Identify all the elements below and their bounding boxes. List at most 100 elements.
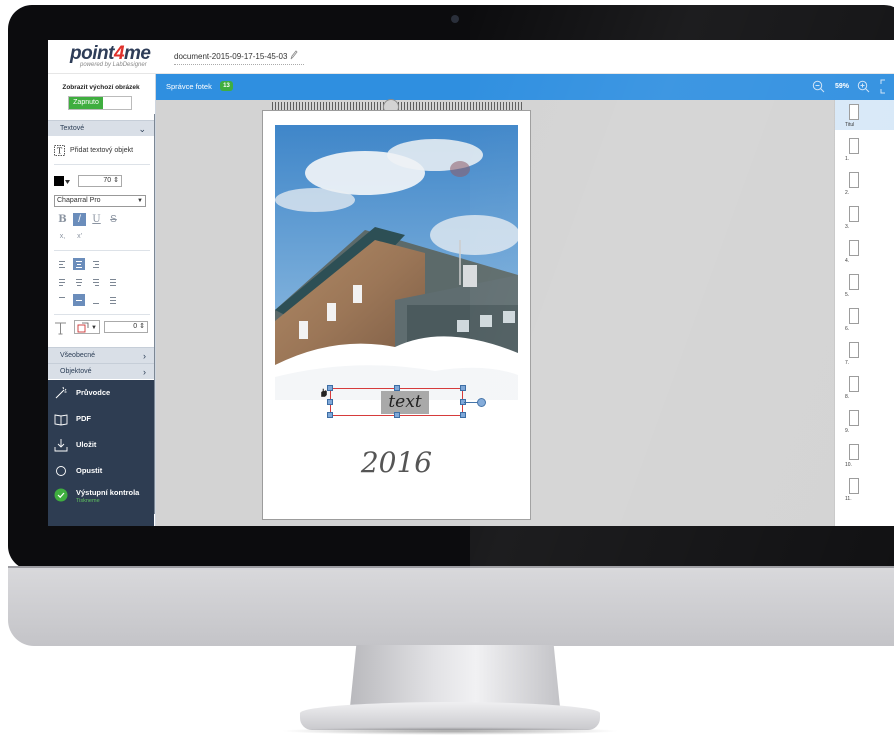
valign-middle-button[interactable]: [73, 294, 85, 306]
nav-pdf[interactable]: PDF: [48, 406, 154, 432]
thumbnail-label: 11.: [845, 496, 852, 502]
caret-down-icon[interactable]: [65, 180, 70, 184]
thumbnail-page-4[interactable]: [849, 240, 859, 256]
valign-bottom-button[interactable]: [90, 294, 102, 306]
align-center-button[interactable]: [73, 258, 85, 270]
toggle-on-label: Zapnuto: [69, 97, 103, 109]
justify-center-button[interactable]: [73, 276, 85, 288]
rotation-angle-input[interactable]: 0 ⇕: [104, 321, 148, 333]
design-canvas: 2016 text: [156, 99, 834, 526]
superscript-button[interactable]: x': [73, 230, 86, 243]
app-logo[interactable]: point4me powered by LabDesigner: [70, 43, 151, 68]
thumbnail-label: 2.: [845, 190, 850, 196]
thumbnail-page-7[interactable]: [849, 342, 859, 358]
nav-preflight[interactable]: Výstupní kontrola Tiskneme: [48, 484, 154, 510]
resize-handle-w[interactable]: [327, 399, 333, 405]
valign-stretch-button[interactable]: [107, 294, 119, 306]
rotation-handle[interactable]: [477, 398, 486, 407]
section-object[interactable]: Objektové ›: [48, 363, 154, 379]
underline-button[interactable]: U: [90, 213, 103, 226]
thumbnail-page-2[interactable]: [849, 172, 859, 188]
photo-manager-toolbar: Správce fotek 13 59%: [156, 74, 894, 100]
justify-all-button[interactable]: [107, 276, 119, 288]
zoom-in-icon[interactable]: [857, 80, 870, 93]
nav-preflight-status: Tiskneme: [76, 498, 100, 504]
align-left-button[interactable]: [56, 258, 68, 270]
thumbnail-label: 1.: [845, 156, 850, 162]
section-general[interactable]: Všeobecné ›: [48, 347, 154, 363]
resize-handle-se[interactable]: [460, 412, 466, 418]
photo-manager-button[interactable]: Správce fotek: [166, 82, 212, 91]
resize-handle-sw[interactable]: [327, 412, 333, 418]
document-name-underline: [174, 64, 304, 65]
default-image-toggle[interactable]: Zapnuto: [68, 96, 132, 110]
thumbnail-page-9[interactable]: [849, 410, 859, 426]
calendar-year[interactable]: 2016: [263, 446, 530, 479]
thumbnail-page-3[interactable]: [849, 206, 859, 222]
nav-wizard[interactable]: Průvodce: [48, 380, 154, 406]
bold-button[interactable]: B: [56, 213, 69, 226]
fullscreen-icon[interactable]: [880, 79, 890, 94]
italic-button[interactable]: /: [73, 213, 86, 226]
rotation-handle-line: [464, 402, 478, 403]
thumbnail-page-5[interactable]: [849, 274, 859, 290]
thumbnail-label: 4.: [845, 258, 850, 264]
resize-handle-ne[interactable]: [460, 385, 466, 391]
zoom-out-icon[interactable]: [812, 80, 825, 93]
justify-right-button[interactable]: [90, 276, 102, 288]
text-color-swatch[interactable]: [54, 176, 64, 186]
rotation-mode-select[interactable]: ▼: [74, 320, 100, 334]
rotate-icon: [77, 322, 89, 333]
resize-handle-n[interactable]: [394, 385, 400, 391]
monitor-chin: [8, 566, 894, 646]
thumbnail-page-1[interactable]: [849, 138, 859, 154]
thumbnail-label: 9.: [845, 428, 850, 434]
align-right-button[interactable]: [90, 258, 102, 270]
resize-handle-s[interactable]: [394, 412, 400, 418]
thumbnail-title-page[interactable]: [849, 104, 859, 120]
chevron-down-icon: ⌄: [138, 124, 146, 134]
subscript-button[interactable]: x,: [56, 230, 69, 243]
thumbnail-label: 7.: [845, 360, 850, 366]
desktop-scene: point4me powered by LabDesigner document…: [0, 0, 894, 743]
default-image-toggle-label: Zobrazit výchozí obrázek: [62, 84, 140, 91]
nav-wizard-label: Průvodce: [76, 388, 111, 397]
divider: [54, 164, 150, 165]
strikethrough-button[interactable]: S: [107, 213, 120, 226]
photo-count-badge: 13: [220, 81, 233, 91]
main-nav: Průvodce PDF Uložit Opustit Výstupní kon…: [48, 380, 154, 526]
chin-edge: [8, 566, 894, 568]
text-frame-icon: T: [54, 145, 65, 156]
save-icon: [54, 439, 68, 452]
calendar-page[interactable]: 2016 text: [262, 110, 531, 520]
logo-tagline: powered by LabDesigner: [80, 62, 147, 68]
pencil-icon[interactable]: [290, 50, 298, 60]
document-name[interactable]: document-2015-09-17-15-45-03: [174, 52, 287, 61]
page-thumbnails: Titul 1. 2. 3. 4. 5. 6. 7. 8. 9. 10. 11.: [834, 100, 894, 526]
move-hand-icon[interactable]: [319, 387, 329, 398]
nav-exit[interactable]: Opustit: [48, 458, 154, 484]
thumbnail-label: Titul: [845, 122, 855, 128]
font-family-select[interactable]: Chaparral Pro ▼: [54, 195, 146, 207]
text-object-content[interactable]: text: [381, 391, 429, 414]
thumbnail-page-6[interactable]: [849, 308, 859, 324]
nav-pdf-label: PDF: [76, 414, 91, 423]
font-size-input[interactable]: 70 ⇕: [78, 175, 122, 187]
select-arrow-icon: ▼: [137, 198, 143, 204]
text-size-icon[interactable]: [54, 321, 67, 335]
font-size-value: 70: [103, 177, 112, 184]
nav-exit-label: Opustit: [76, 466, 103, 475]
justify-left-button[interactable]: [56, 276, 68, 288]
selected-text-object[interactable]: text: [320, 385, 486, 418]
thumbnail-page-8[interactable]: [849, 376, 859, 392]
section-general-label: Všeobecné: [60, 352, 96, 359]
cover-photo[interactable]: [275, 125, 518, 400]
section-text[interactable]: Textové ⌄: [48, 120, 154, 136]
thumbnail-page-10[interactable]: [849, 444, 859, 460]
stand-shadow: [280, 727, 620, 735]
nav-save[interactable]: Uložit: [48, 432, 154, 458]
font-family-value: Chaparral Pro: [57, 197, 101, 204]
svg-text:T: T: [57, 147, 63, 156]
thumbnail-page-11[interactable]: [849, 478, 859, 494]
valign-top-button[interactable]: [56, 294, 68, 306]
